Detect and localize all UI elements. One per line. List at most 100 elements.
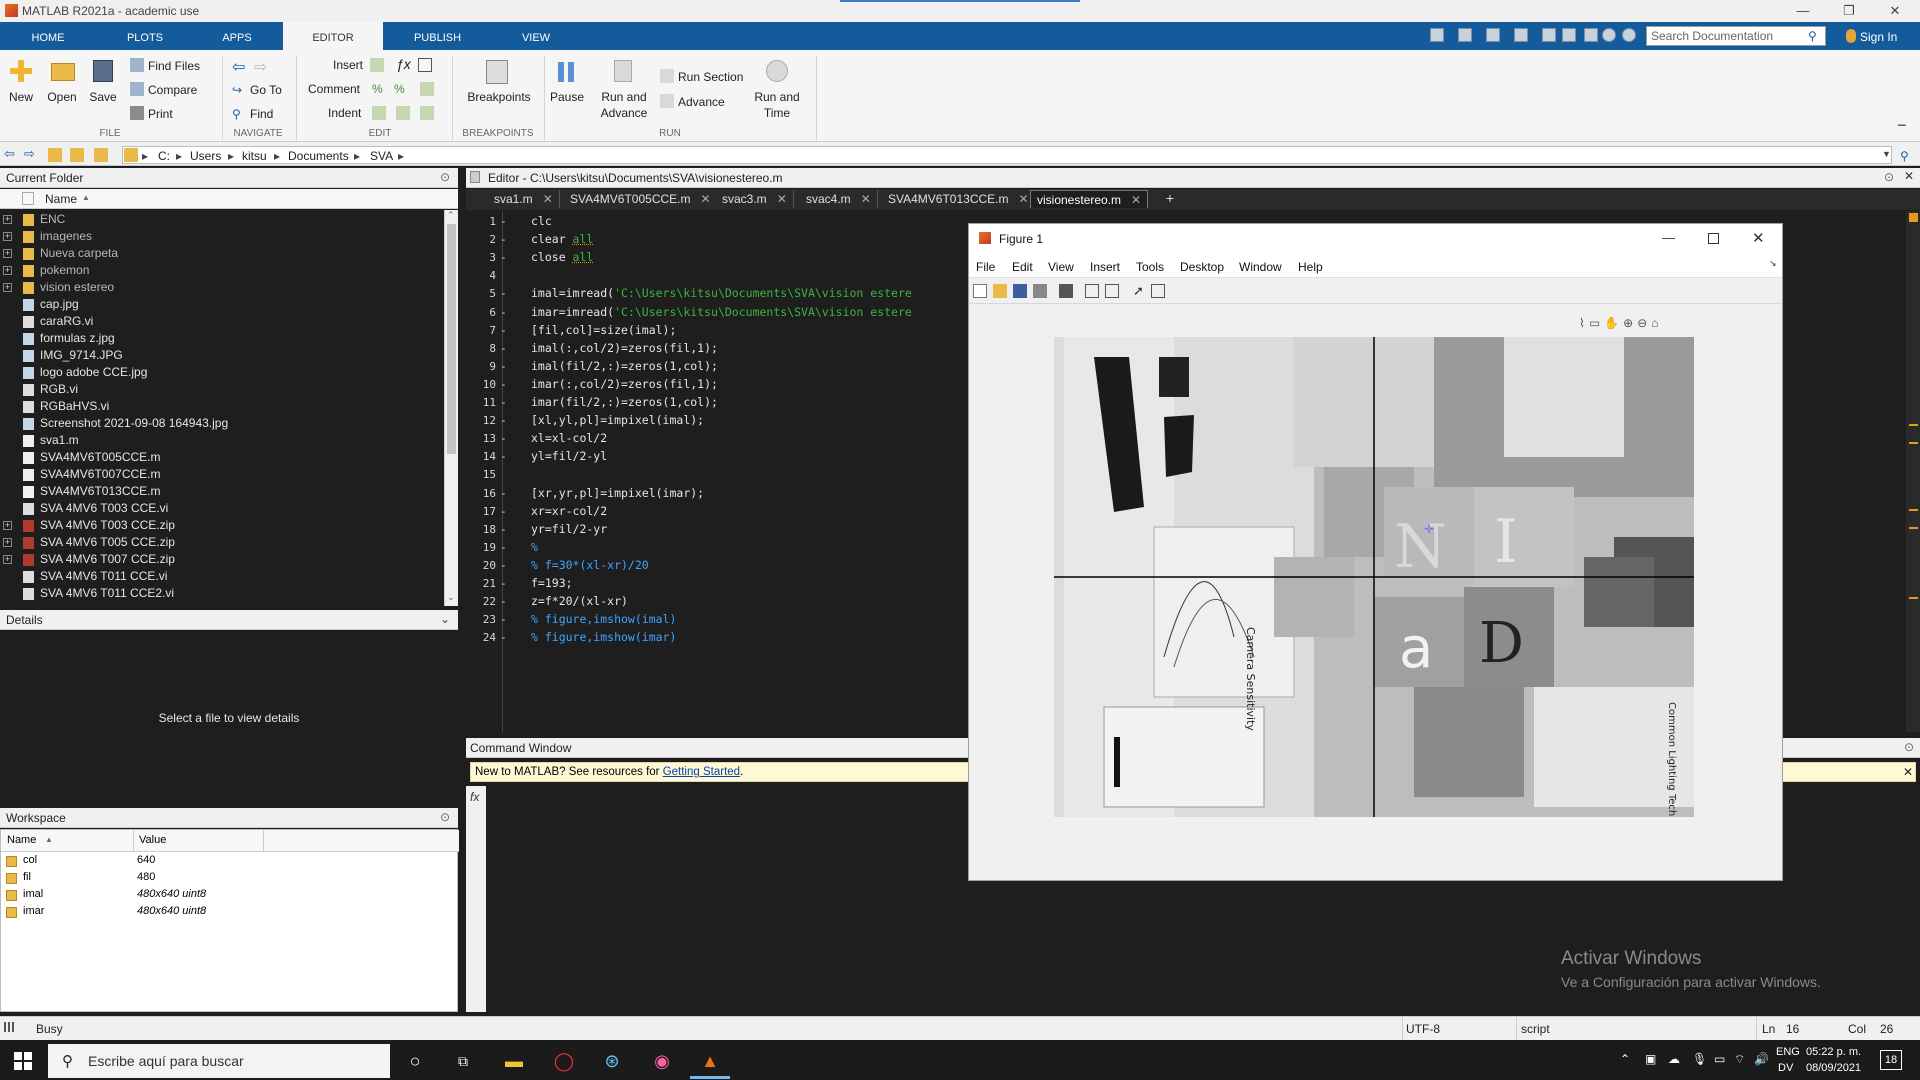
breakpoint-dash[interactable]: - [500,631,508,644]
tab-view[interactable]: VIEW [508,22,564,50]
tab-close-icon[interactable]: ✕ [861,192,871,206]
breakpoint-dash[interactable]: - [500,577,508,590]
path-dropdown-icon[interactable]: ▼ [1882,149,1891,159]
ws-variable-name[interactable]: fil [23,871,31,883]
onedrive-icon[interactable]: ☁ [1668,1052,1680,1066]
path-search-icon[interactable]: ⚲ [1900,149,1909,163]
tray-app-icon[interactable]: ▣ [1645,1052,1656,1066]
pane-menu-icon[interactable]: ⊙ [440,170,450,184]
folder-list-item[interactable]: RGB.vi [40,382,78,396]
path-forward-icon[interactable]: ⇨ [24,146,35,162]
insert-legend-icon[interactable] [1105,284,1119,298]
figure-menu-insert[interactable]: Insert [1090,260,1120,274]
code-line[interactable]: clc [531,214,552,228]
line-number[interactable]: 24 [466,631,496,644]
folder-list-item[interactable]: Screenshot 2021-09-08 164943.jpg [40,416,228,430]
code-line[interactable]: % figure,imshow(imal) [531,612,676,626]
windows-start-icon[interactable] [14,1052,32,1070]
volume-icon[interactable]: 🔊 [1754,1052,1769,1066]
breakpoint-dash[interactable]: - [500,251,508,264]
pause-icon[interactable] [558,62,564,82]
code-line[interactable]: [xr,yr,pl]=impixel(imar); [531,486,704,500]
code-analyzer-bar[interactable] [1906,211,1920,732]
smart-indent-icon[interactable] [372,106,386,120]
code-line[interactable]: f=193; [531,576,573,590]
undo-icon[interactable] [1542,28,1556,42]
fx-icon[interactable]: ƒx [396,56,411,72]
figure-close-button[interactable]: ✕ [1752,229,1765,247]
editor-tab[interactable]: SVA4MV6T005CCE.m ✕ [564,190,718,208]
code-line[interactable]: imal(fil/2,:)=zeros(1,col); [531,359,718,373]
help-icon[interactable] [1602,28,1616,42]
current-folder-list[interactable]: + ENC + imagenes + Nueva carpeta + pokemon + visi… [0,210,458,606]
code-line[interactable]: % f=30*(xl-xr)/20 [531,558,649,572]
code-line[interactable]: close all [531,250,593,264]
folder-list-item[interactable]: ENC [40,212,65,226]
expand-icon[interactable]: + [3,283,12,292]
figure-menu-help[interactable]: Help [1298,260,1323,274]
ws-variable-value[interactable]: 480 [137,871,155,883]
comment-percent-icon[interactable]: % [372,82,383,96]
tab-editor[interactable]: EDITOR [283,22,383,50]
line-number[interactable]: 3 [466,251,496,264]
folder-list-item[interactable]: IMG_9714.JPG [40,348,123,362]
command-window-menu-icon[interactable]: ⊙ [1904,740,1914,754]
breakpoint-dash[interactable]: - [500,396,508,409]
breadcrumb-c[interactable]: C: [158,149,170,163]
run-and-advance-label-2[interactable]: Advance [598,106,650,120]
breakpoint-dash[interactable]: - [500,342,508,355]
line-number[interactable]: 20 [466,559,496,572]
figure-menu-tools[interactable]: Tools [1136,260,1164,274]
insert-section-icon[interactable] [370,58,384,72]
figure-maximize-button[interactable] [1708,233,1719,244]
ws-variable-value[interactable]: 480x640 uint8 [137,888,206,900]
ws-variable-name[interactable]: imar [23,905,44,917]
line-number[interactable]: 10 [466,378,496,391]
back-arrow-icon[interactable]: ⇦ [232,57,245,77]
line-number[interactable]: 22 [466,595,496,608]
indent-button[interactable]: Indent [328,106,361,120]
edit-plot-arrow-icon[interactable]: ➚ [1133,283,1144,299]
line-number[interactable]: 7 [466,324,496,337]
advance-button[interactable]: Advance [678,95,725,109]
folder-list-item[interactable]: SVA 4MV6 T007 CCE.zip [40,552,175,566]
maximize-button[interactable]: ❐ [1826,0,1872,22]
line-number[interactable]: 2 [466,233,496,246]
editor-menu-icon[interactable]: ⊙ [1884,170,1894,184]
code-line[interactable]: imal=imread('C:\Users\kitsu\Documents\SV… [531,286,912,300]
folder-list-item[interactable]: SVA 4MV6 T005 CCE.zip [40,535,175,549]
breadcrumb-sva[interactable]: SVA [370,149,393,163]
notice-close-icon[interactable]: ✕ [1903,765,1913,779]
ws-variable-value[interactable]: 480x640 uint8 [137,905,206,917]
breakpoint-dash[interactable]: - [500,324,508,337]
expand-icon[interactable]: + [3,215,12,224]
new-icon[interactable] [10,60,32,82]
breakpoint-dash[interactable]: - [500,287,508,300]
line-number[interactable]: 1 [466,215,496,228]
breadcrumb-documents[interactable]: Documents [288,149,349,163]
line-number[interactable]: 17 [466,505,496,518]
run-and-time-label-2[interactable]: Time [748,106,806,120]
breakpoint-dash[interactable]: - [500,487,508,500]
line-number[interactable]: 19 [466,541,496,554]
tab-home[interactable]: HOME [18,22,78,50]
code-line[interactable]: % [531,540,538,554]
figure-minimize-button[interactable]: — [1662,230,1675,245]
compare-button[interactable]: Compare [148,83,197,97]
folder-list-item[interactable]: SVA4MV6T005CCE.m [40,450,161,464]
details-collapse-icon[interactable]: ⌄ [440,612,450,626]
tab-close-icon[interactable]: ✕ [701,192,711,206]
find-button[interactable]: Find [250,107,273,121]
ws-variable-name[interactable]: imal [23,888,43,900]
folder-list-item[interactable]: cap.jpg [40,297,79,311]
folder-scrollbar[interactable]: ⌃ ⌄ [444,210,458,606]
run-and-advance-label-1[interactable]: Run and [598,90,650,104]
folder-list-item[interactable]: SVA4MV6T013CCE.m [40,484,161,498]
breakpoint-dash[interactable]: - [500,306,508,319]
insert-button[interactable]: Insert [333,58,363,72]
folder-list-item[interactable]: imagenes [40,229,92,243]
warning-marker[interactable] [1909,527,1918,529]
search-documentation-input[interactable]: Search Documentation [1646,26,1826,46]
folder-list-item[interactable]: logo adobe CCE.jpg [40,365,147,379]
print-figure-icon[interactable] [1033,284,1047,298]
